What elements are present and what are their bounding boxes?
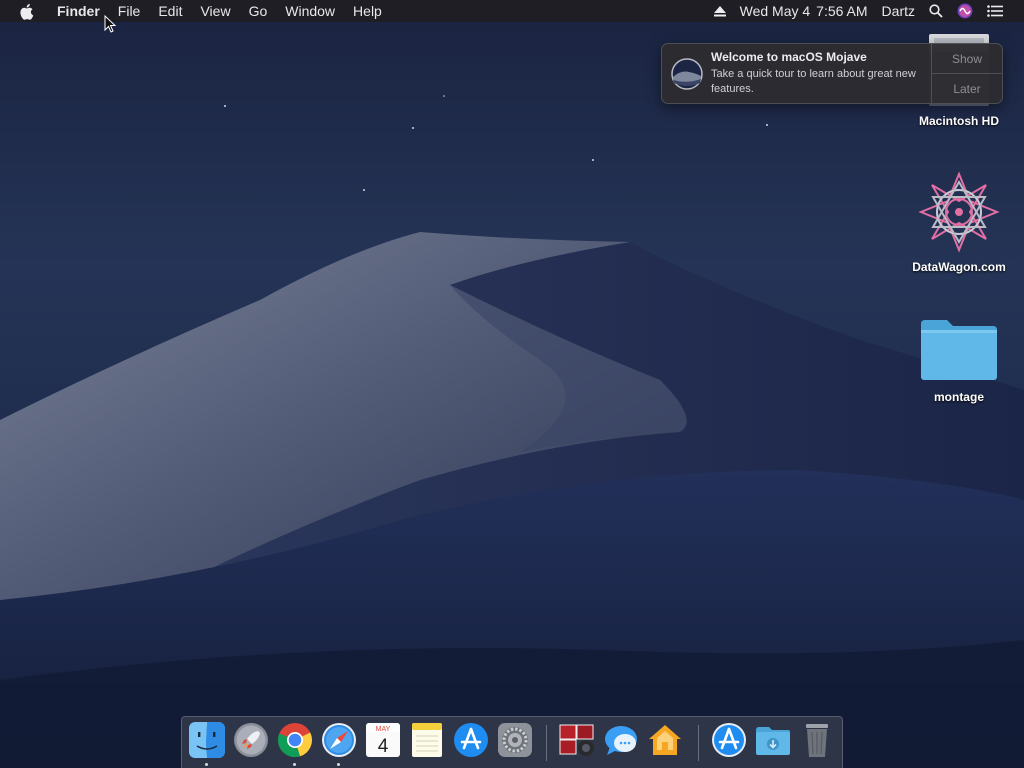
menu-edit[interactable]: Edit	[149, 0, 191, 22]
app-store-icon	[712, 723, 746, 757]
notification-banner[interactable]: Welcome to macOS Mojave Take a quick tou…	[661, 43, 1003, 104]
desktop-icon-montage-folder[interactable]: montage	[904, 318, 1014, 404]
dock-home[interactable]	[646, 721, 684, 765]
dock: MAY 4	[181, 716, 843, 768]
notification-show-button[interactable]: Show	[932, 44, 1002, 73]
dock-chrome[interactable]	[276, 721, 314, 766]
downloads-folder-icon	[756, 727, 790, 755]
menu-clock[interactable]: Wed May 4 7:56 AM	[733, 0, 875, 22]
menu-help[interactable]: Help	[344, 0, 391, 22]
spotlight-icon[interactable]	[922, 4, 950, 18]
notification-title: Welcome to macOS Mojave	[711, 50, 867, 64]
desktop[interactable]: Finder File Edit View Go Window Help Wed…	[0, 0, 1024, 768]
notification-center-icon[interactable]	[980, 5, 1010, 17]
running-indicator	[337, 763, 340, 766]
safari-compass-icon	[322, 723, 356, 757]
siri-icon[interactable]	[950, 3, 980, 19]
photo-booth-icon	[559, 724, 594, 756]
chrome-icon	[277, 723, 312, 758]
dock-notes[interactable]	[408, 721, 446, 765]
dock-launchpad[interactable]	[232, 721, 270, 765]
app-store-icon	[454, 723, 488, 757]
desktop-icon-label: montage	[933, 390, 984, 404]
mojave-wallpaper	[0, 0, 1024, 768]
menu-window[interactable]: Window	[276, 0, 344, 22]
folder-icon	[921, 320, 997, 380]
dock-messages[interactable]	[602, 721, 640, 765]
clock-date: Wed May 4	[739, 3, 811, 19]
menu-user[interactable]: Dartz	[875, 0, 922, 22]
finder-icon	[189, 722, 225, 758]
calendar-day: 4	[378, 736, 389, 757]
gear-icon	[498, 723, 532, 757]
launchpad-rocket-icon	[234, 723, 268, 757]
home-house-icon	[649, 725, 681, 755]
dock-separator	[698, 725, 699, 761]
dock-system-preferences[interactable]	[496, 721, 534, 765]
macos-mojave-icon	[671, 58, 703, 90]
menu-bar: Finder File Edit View Go Window Help Wed…	[0, 0, 1024, 22]
dock-calendar[interactable]: MAY 4	[364, 721, 402, 765]
desktop-icon-label: DataWagon.com	[912, 260, 1006, 274]
dock-safari[interactable]	[320, 721, 358, 766]
messages-bubble-icon	[605, 726, 637, 755]
running-indicator	[205, 763, 208, 766]
dock-app-store[interactable]	[452, 721, 490, 765]
dock-trash[interactable]	[798, 721, 836, 765]
dock-photo-booth[interactable]	[558, 721, 596, 765]
dock-finder[interactable]	[188, 721, 226, 766]
dock-separator	[546, 725, 547, 761]
notification-body: Take a quick tour to learn about great n…	[711, 68, 916, 95]
running-indicator	[293, 763, 296, 766]
datawagon-logo-icon	[918, 171, 1000, 253]
mouse-cursor-icon	[104, 15, 116, 33]
dock-downloads[interactable]	[754, 721, 792, 765]
desktop-icon-label: Macintosh HD	[918, 114, 999, 128]
menu-go[interactable]: Go	[240, 0, 277, 22]
trash-icon	[806, 724, 828, 757]
calendar-month: MAY	[376, 726, 391, 733]
desktop-icon-datawagon[interactable]: DataWagon.com	[904, 170, 1014, 274]
notification-later-button[interactable]: Later	[932, 73, 1002, 103]
calendar-icon: MAY 4	[366, 723, 400, 757]
notes-icon	[412, 723, 442, 757]
menu-finder[interactable]: Finder	[48, 0, 109, 22]
clock-time: 7:56 AM	[816, 3, 868, 19]
apple-menu-icon[interactable]	[20, 2, 38, 20]
menu-view[interactable]: View	[191, 0, 239, 22]
dock-app-store-2[interactable]	[710, 721, 748, 765]
eject-icon[interactable]	[707, 5, 733, 17]
